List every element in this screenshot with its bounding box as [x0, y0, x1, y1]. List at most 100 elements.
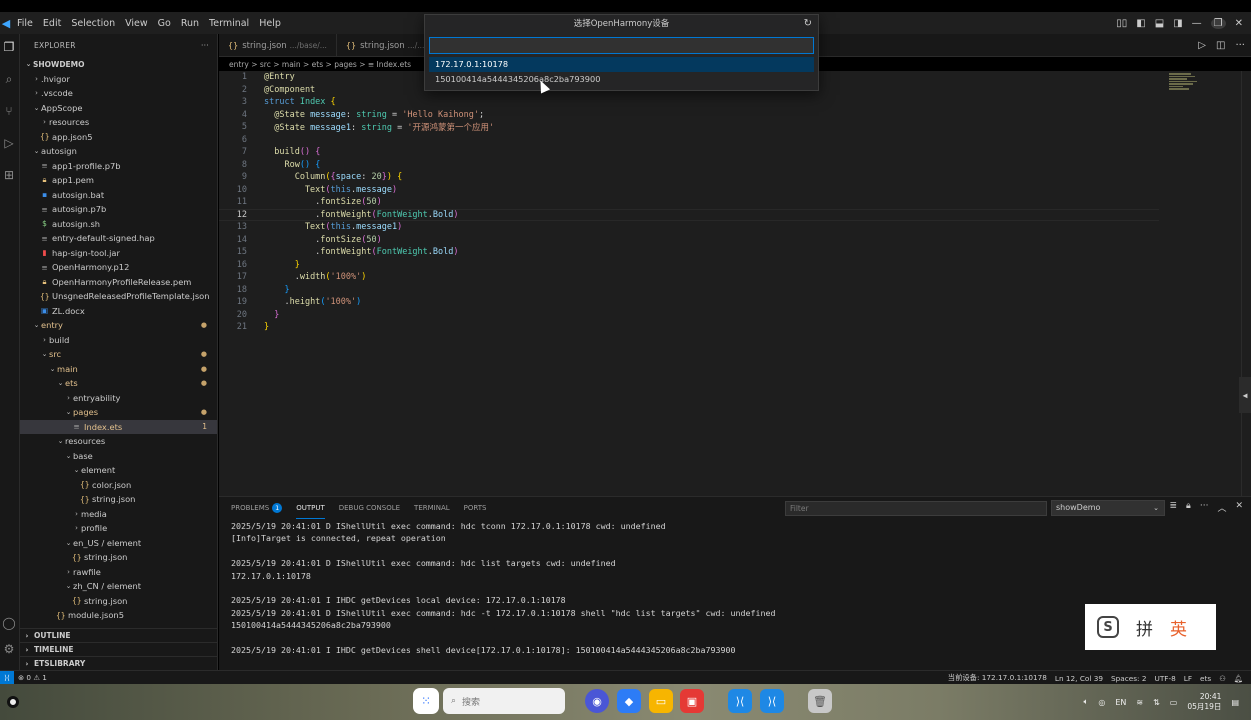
- tree-folder[interactable]: › .hvigor: [20, 72, 217, 87]
- ime-english-mode[interactable]: 英: [1170, 615, 1187, 640]
- quick-pick-input[interactable]: [430, 38, 813, 53]
- menu-run[interactable]: Run: [176, 18, 204, 29]
- section-timeline[interactable]: › TIMELINE: [20, 642, 217, 656]
- panel-tab-terminal[interactable]: TERMINAL: [414, 497, 450, 519]
- tree-folder[interactable]: ⌄ ets ●: [20, 376, 217, 391]
- taskbar-search[interactable]: ⌕ 搜索: [443, 688, 565, 714]
- store-app-icon[interactable]: ▣: [680, 689, 704, 713]
- tree-folder[interactable]: › profile: [20, 521, 217, 536]
- collapse-side-icon[interactable]: ◀: [1239, 377, 1251, 413]
- tree-file[interactable]: {} app.json5: [20, 130, 217, 145]
- clear-output-icon[interactable]: ≣: [1170, 501, 1178, 514]
- editor-tab[interactable]: {} string.json .../...: [337, 34, 435, 57]
- tree-folder[interactable]: ⌄ main ●: [20, 362, 217, 377]
- account-icon[interactable]: ◯: [0, 612, 18, 634]
- input-language[interactable]: EN: [1115, 698, 1126, 707]
- tree-file[interactable]: {} string.json: [20, 594, 217, 609]
- network-icon[interactable]: ⇅: [1153, 698, 1160, 707]
- close-icon[interactable]: ✕: [1235, 18, 1243, 29]
- minimize-icon[interactable]: —: [1192, 18, 1202, 29]
- minimap[interactable]: [1169, 73, 1199, 103]
- tree-file[interactable]: ▪ autosign.bat: [20, 188, 217, 203]
- toggle-sidebar-icon[interactable]: ◧: [1136, 18, 1145, 29]
- output-channel-select[interactable]: showDemo ⌄: [1051, 500, 1165, 516]
- split-editor-icon[interactable]: ◫: [1216, 40, 1225, 51]
- tree-file[interactable]: 🔒︎ OpenHarmonyProfileRelease.pem: [20, 275, 217, 290]
- start-button-icon[interactable]: [7, 696, 19, 708]
- notification-center-icon[interactable]: ▤: [1231, 698, 1239, 707]
- toggle-panel-icon[interactable]: ⬓: [1155, 18, 1164, 29]
- tree-folder[interactable]: ⌄ base: [20, 449, 217, 464]
- tree-folder[interactable]: › rawfile: [20, 565, 217, 580]
- volume-icon[interactable]: 🔈︎: [1084, 697, 1089, 707]
- close-panel-icon[interactable]: ✕: [1235, 501, 1243, 514]
- notifications-bell-icon[interactable]: 🔔︎: [1234, 674, 1243, 683]
- vscode-app-icon-2[interactable]: ⟩⟨: [760, 689, 784, 713]
- panel-tab-output[interactable]: OUTPUT: [296, 497, 325, 519]
- tree-file[interactable]: 🔒︎ app1.pem: [20, 173, 217, 188]
- more-icon[interactable]: ···: [1200, 501, 1209, 514]
- explorer-icon[interactable]: ❐: [0, 36, 18, 58]
- tree-folder[interactable]: › entryability: [20, 391, 217, 406]
- refresh-icon[interactable]: ↻: [804, 15, 812, 33]
- tree-file[interactable]: ≡ entry-default-signed.hap: [20, 231, 217, 246]
- explorer-more-icon[interactable]: ···: [201, 41, 209, 50]
- tree-file[interactable]: ≡ autosign.p7b: [20, 202, 217, 217]
- panel-tab-debug-console[interactable]: DEBUG CONSOLE: [339, 497, 400, 519]
- app-launcher-icon[interactable]: ⁙: [413, 688, 439, 714]
- search-icon[interactable]: ⌕: [0, 68, 18, 90]
- ime-pinyin-mode[interactable]: 拼: [1136, 615, 1153, 640]
- quick-pick-item[interactable]: 150100414a5444345206a8c2ba793900: [429, 72, 814, 87]
- tree-file[interactable]: {} string.json: [20, 492, 217, 507]
- remote-indicator-icon[interactable]: ⟩⟨: [0, 670, 14, 685]
- menu-file[interactable]: File: [12, 18, 38, 29]
- indentation-status[interactable]: Spaces: 2: [1111, 674, 1146, 683]
- tree-folder[interactable]: ⌄ zh_CN / element: [20, 579, 217, 594]
- language-status[interactable]: ets: [1200, 674, 1211, 683]
- restore-icon[interactable]: ❐: [1210, 17, 1226, 29]
- editor-scrollbar[interactable]: [1241, 71, 1251, 496]
- tree-folder[interactable]: ⌄ entry ●: [20, 318, 217, 333]
- problems-status[interactable]: ⊗ 0 ⚠ 1: [14, 673, 47, 682]
- editor-tab[interactable]: {} string.json .../base/...: [219, 34, 337, 57]
- encoding-status[interactable]: UTF-8: [1154, 674, 1175, 683]
- eol-status[interactable]: LF: [1184, 674, 1192, 683]
- trash-icon[interactable]: 🗑︎: [808, 689, 832, 713]
- battery-icon[interactable]: ▭: [1170, 698, 1178, 707]
- panel-tab-problems[interactable]: PROBLEMS 1: [231, 497, 283, 519]
- tree-file[interactable]: ≡ OpenHarmony.p12: [20, 260, 217, 275]
- current-device-status[interactable]: 当前设备: 172.17.0.1:10178: [948, 673, 1047, 683]
- tree-file[interactable]: {} color.json: [20, 478, 217, 493]
- record-icon[interactable]: ◎: [1098, 698, 1105, 707]
- quick-pick-item[interactable]: 172.17.0.1:10178: [429, 57, 814, 72]
- tree-folder[interactable]: ⌄ element: [20, 463, 217, 478]
- menu-edit[interactable]: Edit: [38, 18, 66, 29]
- vscode-app-icon[interactable]: ⟩⟨: [728, 689, 752, 713]
- output-filter-input[interactable]: Filter: [785, 501, 1047, 516]
- run-debug-icon[interactable]: ▷: [0, 132, 18, 154]
- maximize-panel-icon[interactable]: ︿: [1217, 501, 1226, 514]
- tree-file[interactable]: ▣ ZL.docx: [20, 304, 217, 319]
- files-app-icon[interactable]: ▭: [649, 689, 673, 713]
- lock-scroll-icon[interactable]: 🔒︎: [1186, 501, 1191, 514]
- section-etslibrary[interactable]: › ETSLIBRARY: [20, 656, 217, 670]
- tree-folder[interactable]: › resources: [20, 115, 217, 130]
- toggle-secondary-sidebar-icon[interactable]: ◨: [1173, 18, 1182, 29]
- menu-go[interactable]: Go: [153, 18, 176, 29]
- more-actions-icon[interactable]: ···: [1235, 40, 1245, 51]
- run-icon[interactable]: ▷: [1198, 40, 1206, 51]
- copilot-icon[interactable]: ⚇: [1219, 674, 1226, 683]
- source-control-icon[interactable]: ⑂: [0, 100, 18, 122]
- tree-file[interactable]: {} module.json5: [20, 608, 217, 623]
- section-outline[interactable]: › OUTLINE: [20, 628, 217, 642]
- tree-folder[interactable]: ⌄ resources: [20, 434, 217, 449]
- layout-icon[interactable]: ▯▯: [1116, 18, 1127, 29]
- tree-folder[interactable]: ⌄ SHOWDEMO: [20, 57, 217, 72]
- tree-file[interactable]: ≡ app1-profile.p7b: [20, 159, 217, 174]
- tree-folder[interactable]: ⌄ en_US / element: [20, 536, 217, 551]
- tree-folder[interactable]: ⌄ src ●: [20, 347, 217, 362]
- browser-app-icon[interactable]: ◆: [617, 689, 641, 713]
- code-editor[interactable]: 1 @Entry 2 @Component 3 struct Index {4 @Stat…: [219, 71, 1251, 496]
- assistant-app-icon[interactable]: ◉: [585, 689, 609, 713]
- cursor-position-status[interactable]: Ln 12, Col 39: [1055, 674, 1103, 683]
